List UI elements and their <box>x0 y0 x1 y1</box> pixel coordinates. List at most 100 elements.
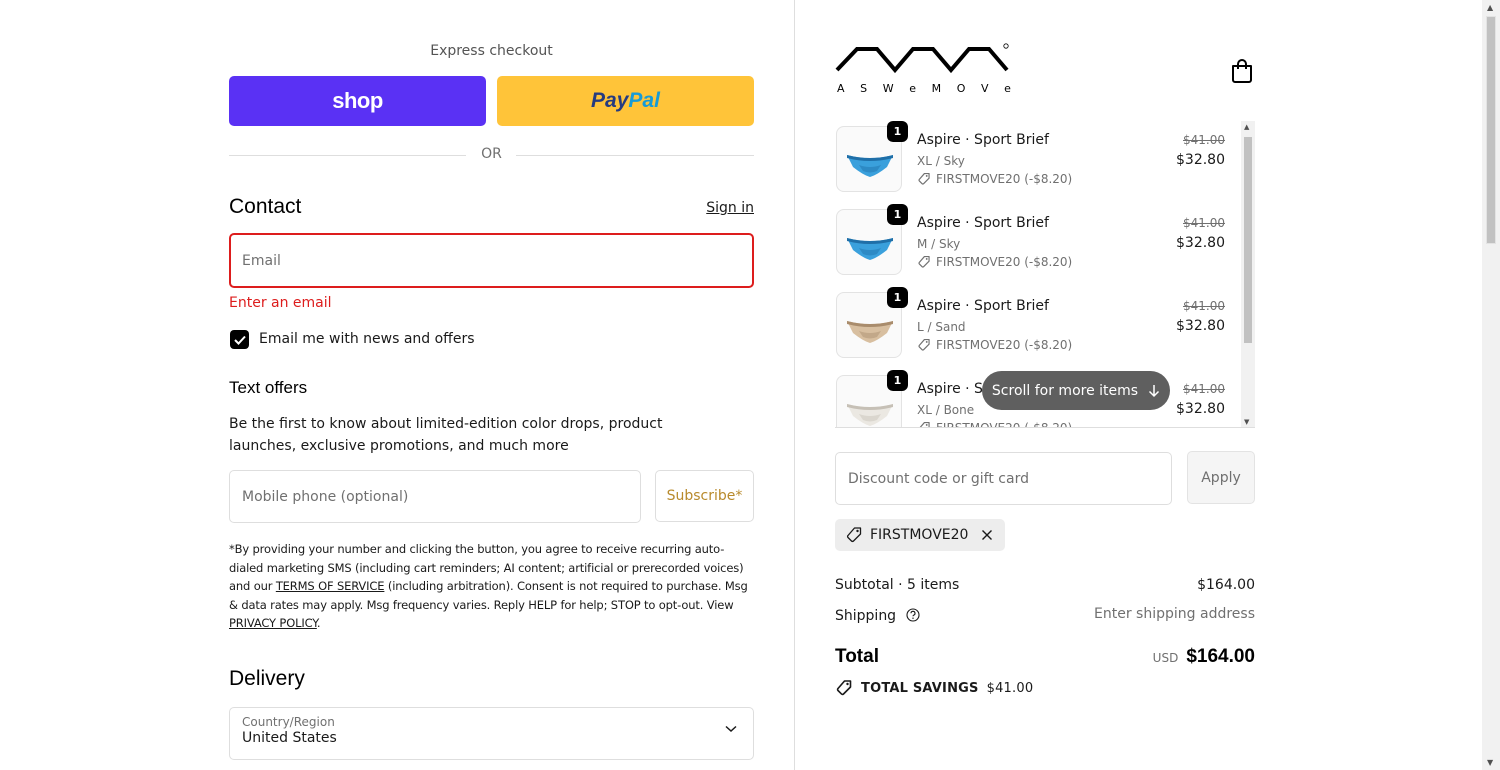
brand-letter: e <box>909 82 917 95</box>
shipping-value: Enter shipping address <box>1094 606 1255 622</box>
product-variant: L / Sand <box>917 320 966 334</box>
arrow-down-icon <box>1149 384 1160 397</box>
subtotal-value: $164.00 <box>1197 577 1255 593</box>
paypal-label-pay: Pay <box>591 89 629 112</box>
cart-item: 1 Aspire · Sport Brief XL / Sky FIRSTMOVE20… <box>835 121 1241 192</box>
brand-letter: V <box>981 82 989 95</box>
total-value: $164.00 <box>1186 646 1255 667</box>
item-discount: FIRSTMOVE20 (-$8.20) <box>917 338 1072 352</box>
brand-letter: M <box>931 82 942 95</box>
contact-title: Contact <box>229 195 302 218</box>
cart-scrollbar-thumb[interactable] <box>1244 137 1252 343</box>
email-error-message: Enter an email <box>229 295 332 311</box>
tag-icon <box>846 527 862 543</box>
cart-scroll-up-arrow[interactable]: ▲ <box>1244 123 1249 131</box>
item-discount: FIRSTMOVE20 (-$8.20) <box>917 421 1073 428</box>
brand-letter: e <box>1004 82 1011 95</box>
discounted-price: $32.80 <box>1176 235 1225 251</box>
shipping-label: Shipping <box>835 608 897 624</box>
product-variant: M / Sky <box>917 237 961 251</box>
country-region-label: Country/Region <box>242 715 335 729</box>
paypal-label-pal: Pal <box>628 89 660 112</box>
shopping-bag-icon[interactable] <box>1230 58 1254 84</box>
chevron-down-icon <box>725 725 737 733</box>
email-placeholder: Email <box>242 252 281 269</box>
subtotal-row: Subtotal · 5 items $164.00 <box>835 577 1255 593</box>
or-divider: OR <box>229 146 754 164</box>
apply-discount-button[interactable]: Apply <box>1187 451 1255 504</box>
brand-logo[interactable]: A S We M O Ve <box>835 42 1011 98</box>
page-scrollbar[interactable]: ▲ ▼ <box>1482 0 1500 770</box>
terms-of-service-link[interactable]: TERMS OF SERVICE <box>276 579 385 593</box>
product-name: Aspire · Sport Brief <box>917 298 1049 314</box>
sms-legal-text: *By providing your number and clicking t… <box>229 540 754 633</box>
item-discount-code: FIRSTMOVE20 (-$8.20) <box>936 421 1073 428</box>
check-icon <box>233 335 246 345</box>
mobile-phone-field[interactable]: Mobile phone (optional) <box>229 470 641 523</box>
brand-letter: A <box>837 82 845 95</box>
text-offers-description: Be the first to know about limited-editi… <box>229 416 663 454</box>
cart-scroll-down-arrow[interactable]: ▼ <box>1244 418 1249 426</box>
total-savings-value: $41.00 <box>986 680 1034 696</box>
discount-code-field[interactable]: Discount code or gift card <box>835 452 1172 505</box>
scroll-for-more-label: Scroll for more items <box>991 382 1139 399</box>
checkout-form-pane: Express checkout shop Pay Pal OR Contact … <box>0 0 794 770</box>
tag-icon <box>918 172 930 185</box>
total-row: Total USD $164.00 <box>835 646 1255 668</box>
item-discount: FIRSTMOVE20 (-$8.20) <box>917 255 1072 269</box>
brand-logo-mark <box>835 43 1009 74</box>
brand-wordmark: A S We M O Ve <box>837 82 1011 95</box>
discounted-price: $32.80 <box>1176 318 1225 334</box>
discounted-price: $32.80 <box>1176 152 1225 168</box>
text-offers-title: Text offers <box>229 378 308 397</box>
total-savings-label: TOTAL SAVINGS <box>861 680 979 696</box>
newsletter-label: Email me with news and offers <box>259 331 475 347</box>
total-amount: USD $164.00 <box>1153 646 1255 668</box>
product-variant: XL / Sky <box>917 154 965 168</box>
page-scrollbar-thumb[interactable] <box>1486 16 1496 244</box>
order-summary-pane: A S We M O Ve 1 Aspire · Sport Brief XL / Sky FI… <box>794 0 1482 770</box>
remove-discount-icon[interactable] <box>981 529 993 541</box>
discounted-price: $32.80 <box>1176 401 1225 417</box>
shop-pay-button[interactable]: shop <box>229 76 486 126</box>
or-label: OR <box>481 146 502 162</box>
original-price: $41.00 <box>1183 382 1225 396</box>
scroll-down-arrow[interactable]: ▼ <box>1487 758 1493 767</box>
shipping-row: Shipping Enter shipping address <box>835 606 1255 624</box>
product-variant: XL / Bone <box>917 403 975 417</box>
original-price: $41.00 <box>1183 216 1225 230</box>
currency-code: USD <box>1152 651 1179 665</box>
scroll-up-arrow[interactable]: ▲ <box>1487 3 1493 12</box>
brand-letter: O <box>956 82 966 95</box>
email-field[interactable]: Email <box>229 233 754 288</box>
subscribe-button[interactable]: Subscribe* <box>655 470 754 522</box>
total-savings: TOTAL SAVINGS $41.00 <box>835 679 1033 697</box>
brand-letter: S <box>860 82 868 95</box>
applied-discount-code: FIRSTMOVE20 <box>870 527 969 543</box>
original-price: $41.00 <box>1183 133 1225 147</box>
item-discount-code: FIRSTMOVE20 (-$8.20) <box>936 255 1073 269</box>
quantity-badge: 1 <box>887 204 908 225</box>
country-region-value: United States <box>242 730 337 746</box>
quantity-badge: 1 <box>887 121 908 142</box>
newsletter-checkbox[interactable] <box>230 330 249 349</box>
cart-item: 1 Aspire · Sport Brief L / Sand FIRSTMOVE20… <box>835 283 1241 358</box>
scroll-for-more-button[interactable]: Scroll for more items <box>982 371 1170 410</box>
country-region-select[interactable]: Country/Region United States <box>229 707 754 760</box>
tag-icon <box>918 338 930 351</box>
subtotal-label: Subtotal · 5 items <box>835 577 960 593</box>
product-name: Aspire · Sport Brief <box>917 132 1049 148</box>
discount-code-placeholder: Discount code or gift card <box>848 470 1029 487</box>
item-discount-code: FIRSTMOVE20 (-$8.20) <box>936 172 1073 186</box>
applied-discount-chip: FIRSTMOVE20 <box>835 519 1006 551</box>
legal-text-3: . <box>316 616 321 631</box>
delivery-title: Delivery <box>229 667 305 690</box>
sign-in-link[interactable]: Sign in <box>706 200 754 216</box>
quantity-badge: 1 <box>887 287 908 308</box>
quantity-badge: 1 <box>887 370 908 391</box>
privacy-policy-link[interactable]: PRIVACY POLICY <box>229 616 317 630</box>
paypal-button[interactable]: Pay Pal <box>497 76 754 126</box>
help-circle-icon[interactable] <box>905 608 920 622</box>
cart-item: 1 Aspire · Sport Brief M / Sky FIRSTMOVE20 … <box>835 200 1241 275</box>
cart-items-scrollbar[interactable]: ▲ ▼ <box>1241 121 1255 427</box>
